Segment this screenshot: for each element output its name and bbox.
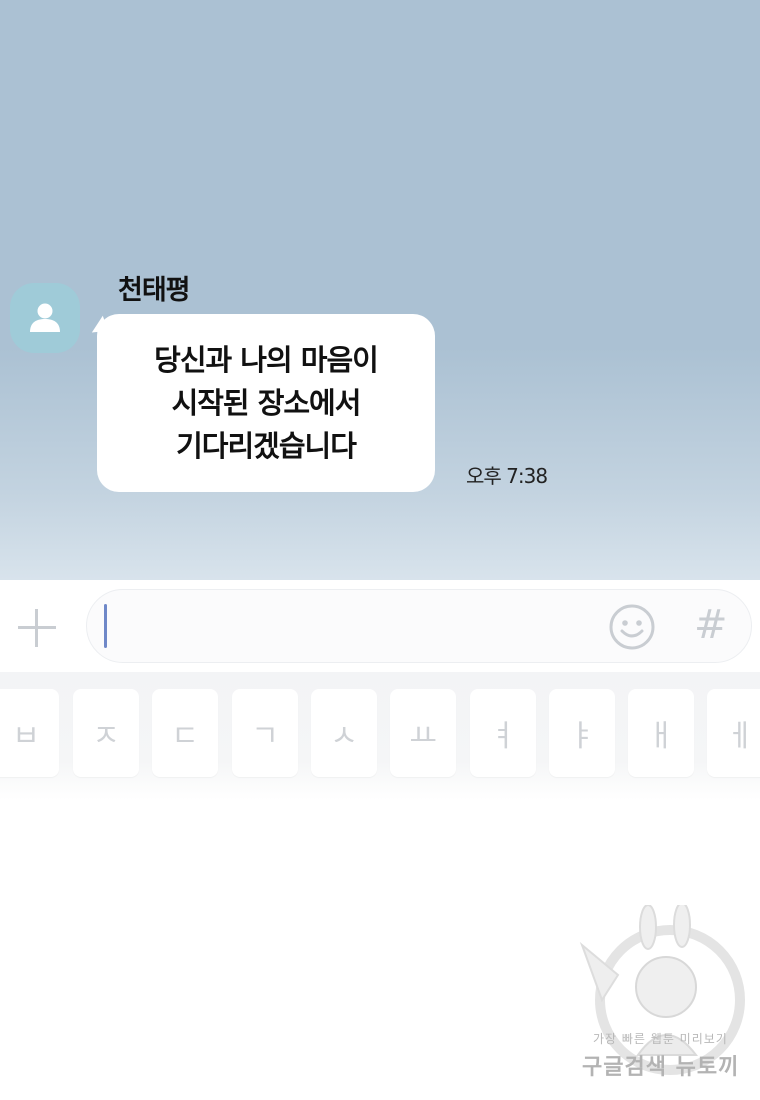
key-giyeok[interactable]: ㄱ xyxy=(232,689,298,777)
watermark-site: 구글검색 뉴토끼 xyxy=(582,1055,740,1080)
message-bubble[interactable]: 당신과 나의 마음이 시작된 장소에서 기다리겠습니다 xyxy=(97,314,435,492)
message-line: 당신과 나의 마음이 xyxy=(154,342,379,377)
message-line: 시작된 장소에서 xyxy=(171,385,362,420)
hashtag-button[interactable]: # xyxy=(694,602,728,648)
key-digeut[interactable]: ㄷ xyxy=(152,689,218,777)
key-ae[interactable]: ㅐ xyxy=(628,689,694,777)
key-yeo[interactable]: ㅕ xyxy=(470,689,536,777)
key-e[interactable]: ㅔ xyxy=(707,689,760,777)
plus-icon[interactable] xyxy=(14,605,60,651)
chat-area xyxy=(0,0,760,580)
profile-avatar[interactable] xyxy=(10,283,80,353)
key-siot[interactable]: ㅅ xyxy=(311,689,377,777)
key-ya[interactable]: ㅑ xyxy=(549,689,615,777)
sender-name: 천태평 xyxy=(118,275,191,306)
message-line: 기다리겠습니다 xyxy=(176,428,357,463)
text-caret xyxy=(104,604,107,648)
key-jieut[interactable]: ㅈ xyxy=(73,689,139,777)
message-timestamp: 오후 7:38 xyxy=(466,464,548,488)
key-yo[interactable]: ㅛ xyxy=(390,689,456,777)
smiley-icon[interactable] xyxy=(608,603,656,655)
key-bieup[interactable]: ㅂ xyxy=(0,689,59,777)
watermark-tagline: 가장 빠른 웹툰 미리보기 xyxy=(593,1032,728,1046)
person-icon xyxy=(30,303,60,332)
